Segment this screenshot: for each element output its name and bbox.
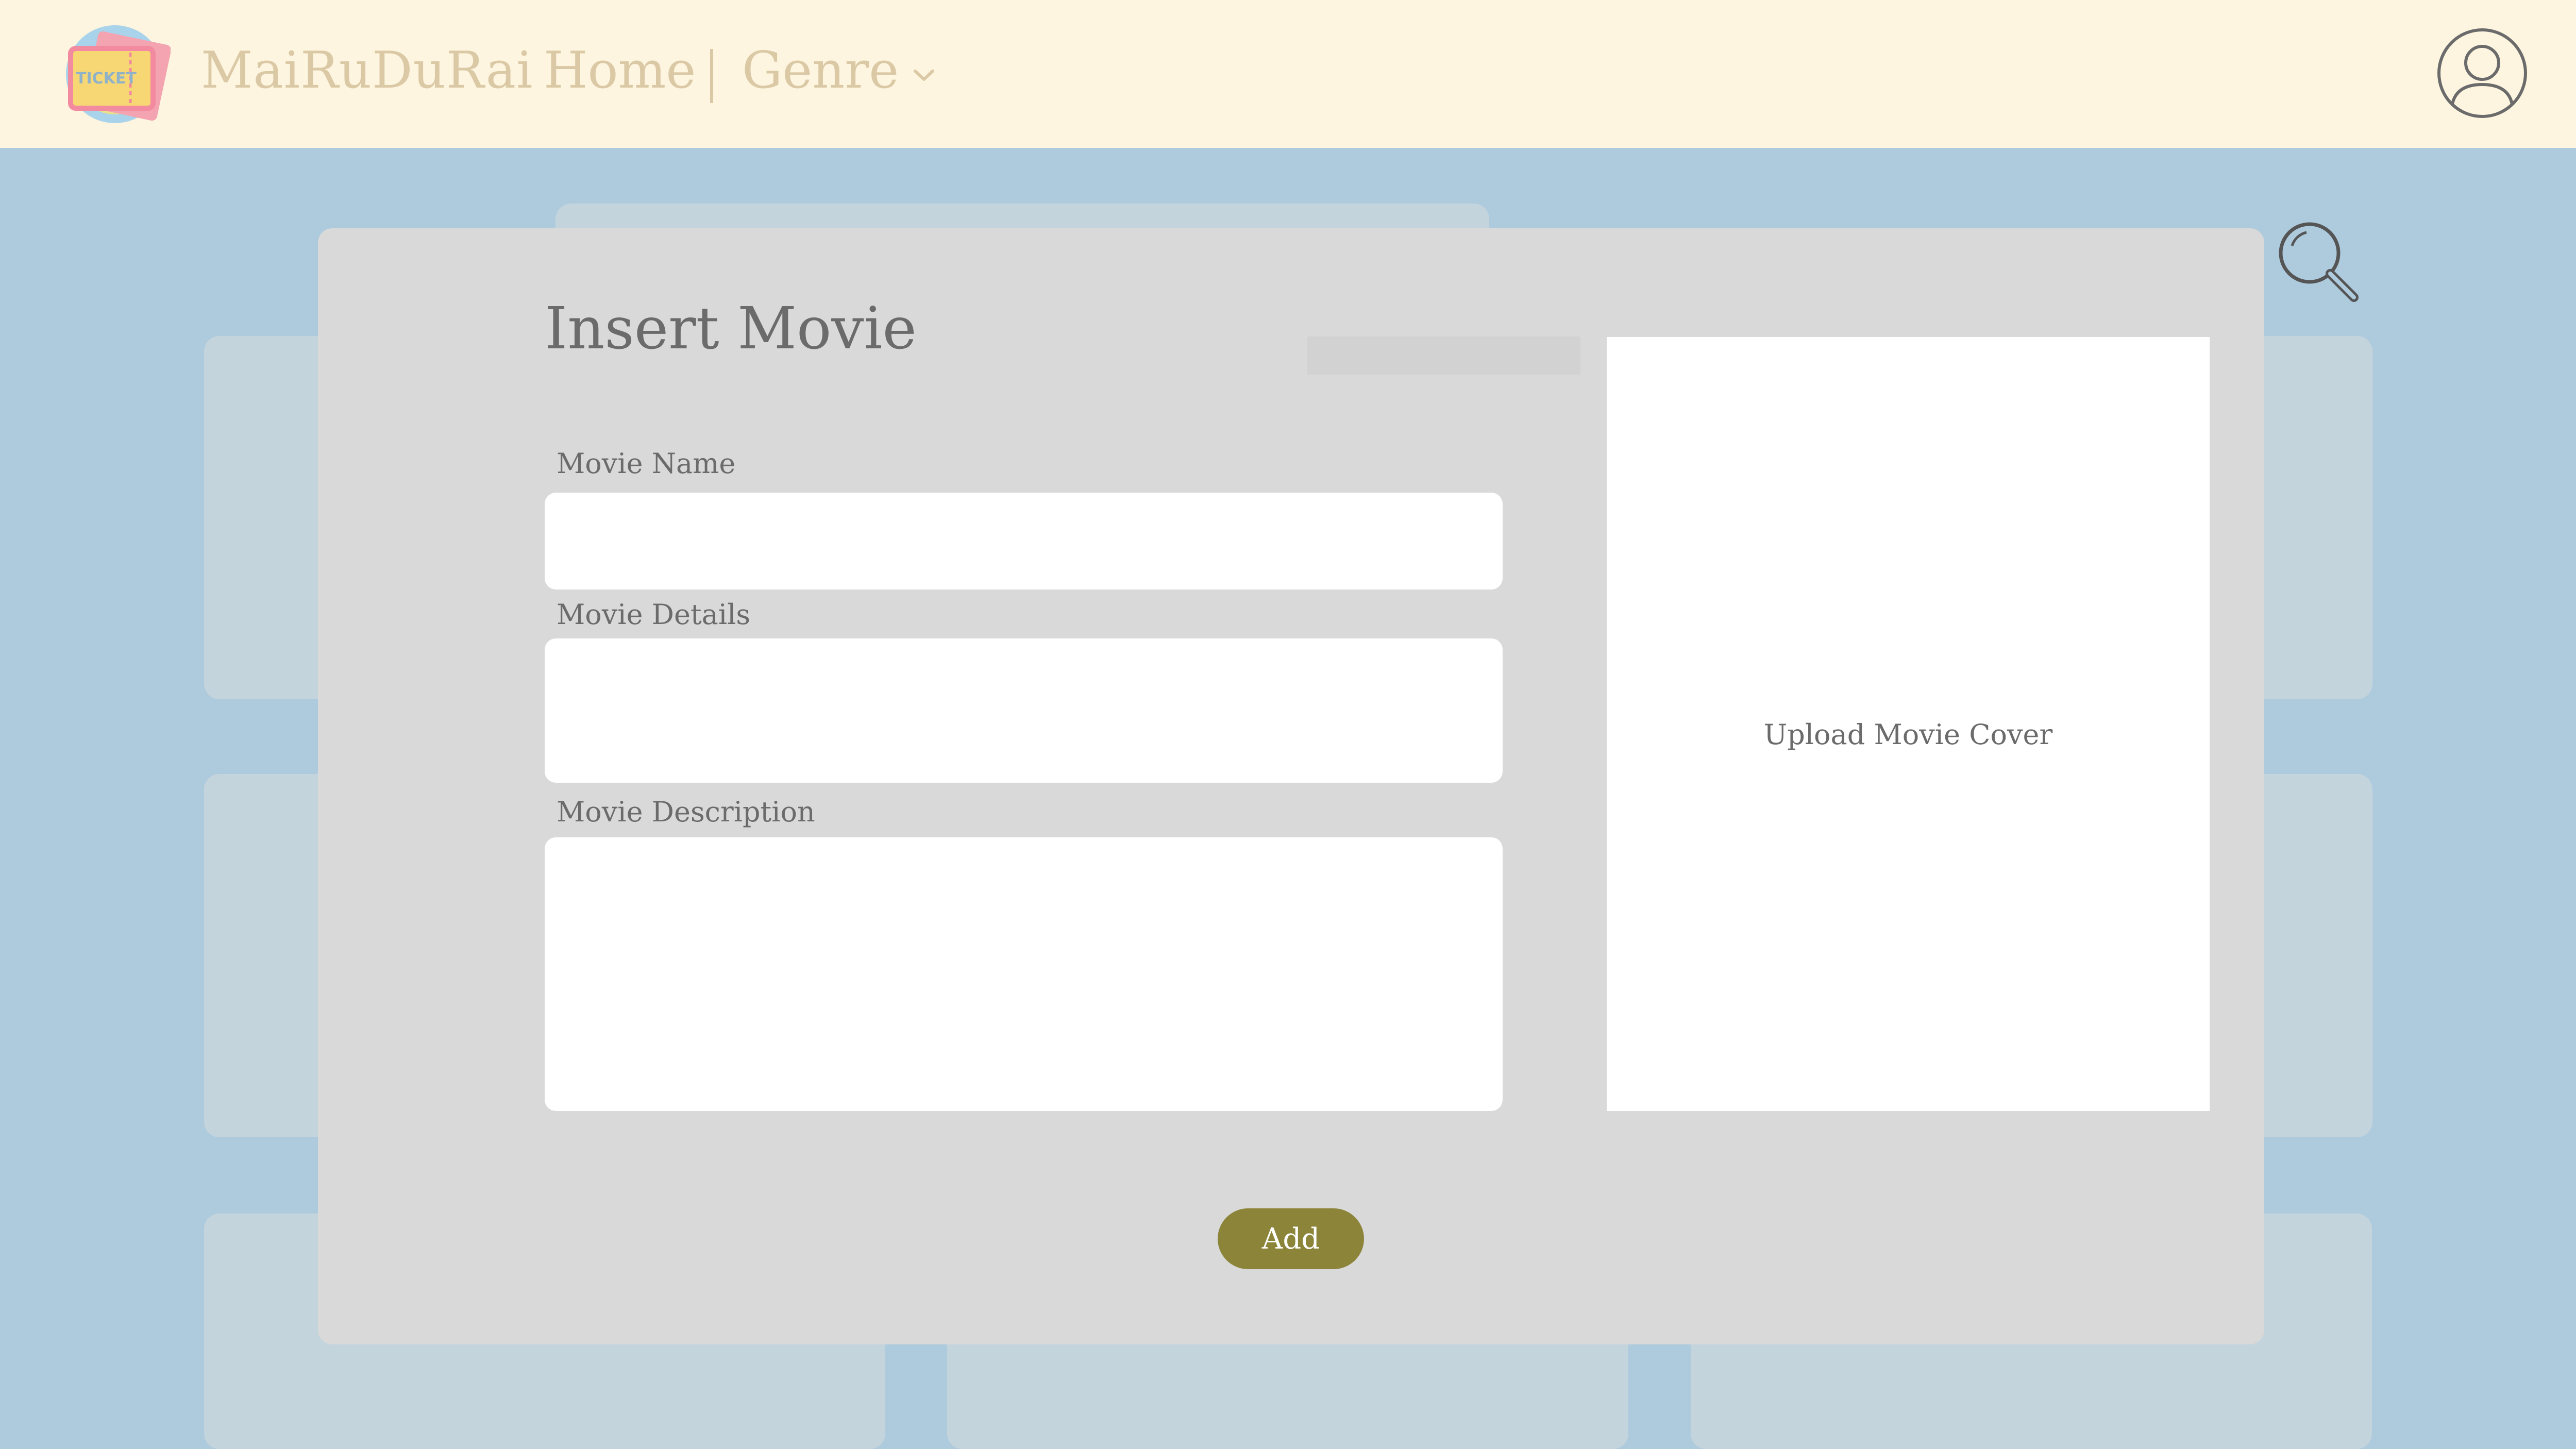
placeholder-bar xyxy=(1307,336,1580,375)
upload-movie-cover-label: Upload Movie Cover xyxy=(1763,718,2053,751)
chevron-down-icon xyxy=(914,70,935,81)
insert-movie-modal: Insert Movie Movie Name Movie Details Mo… xyxy=(318,228,2264,1344)
nav-genre-dropdown[interactable]: Genre xyxy=(742,41,935,100)
nav-genre-label: Genre xyxy=(742,41,899,100)
brand-name[interactable]: MaiRuDuRai xyxy=(201,41,533,100)
ticket-logo-icon[interactable]: TICKET xyxy=(64,22,171,125)
add-button[interactable]: Add xyxy=(1218,1208,1364,1269)
movie-name-input[interactable] xyxy=(545,493,1503,589)
upload-movie-cover-area[interactable]: Upload Movie Cover xyxy=(1607,337,2210,1111)
movie-description-input[interactable] xyxy=(545,837,1503,1111)
nav-divider xyxy=(710,49,713,103)
logo-text: TICKET xyxy=(76,70,137,88)
modal-title: Insert Movie xyxy=(545,295,917,362)
movie-details-label: Movie Details xyxy=(557,598,751,631)
movie-description-label: Movie Description xyxy=(557,796,815,828)
nav-home-link[interactable]: Home xyxy=(544,41,696,100)
movie-name-label: Movie Name xyxy=(557,447,736,480)
user-avatar-icon[interactable] xyxy=(2436,27,2529,120)
top-navbar: TICKET MaiRuDuRai Home Genre xyxy=(0,0,2576,148)
search-icon[interactable] xyxy=(2277,220,2359,302)
movie-details-input[interactable] xyxy=(545,638,1503,783)
